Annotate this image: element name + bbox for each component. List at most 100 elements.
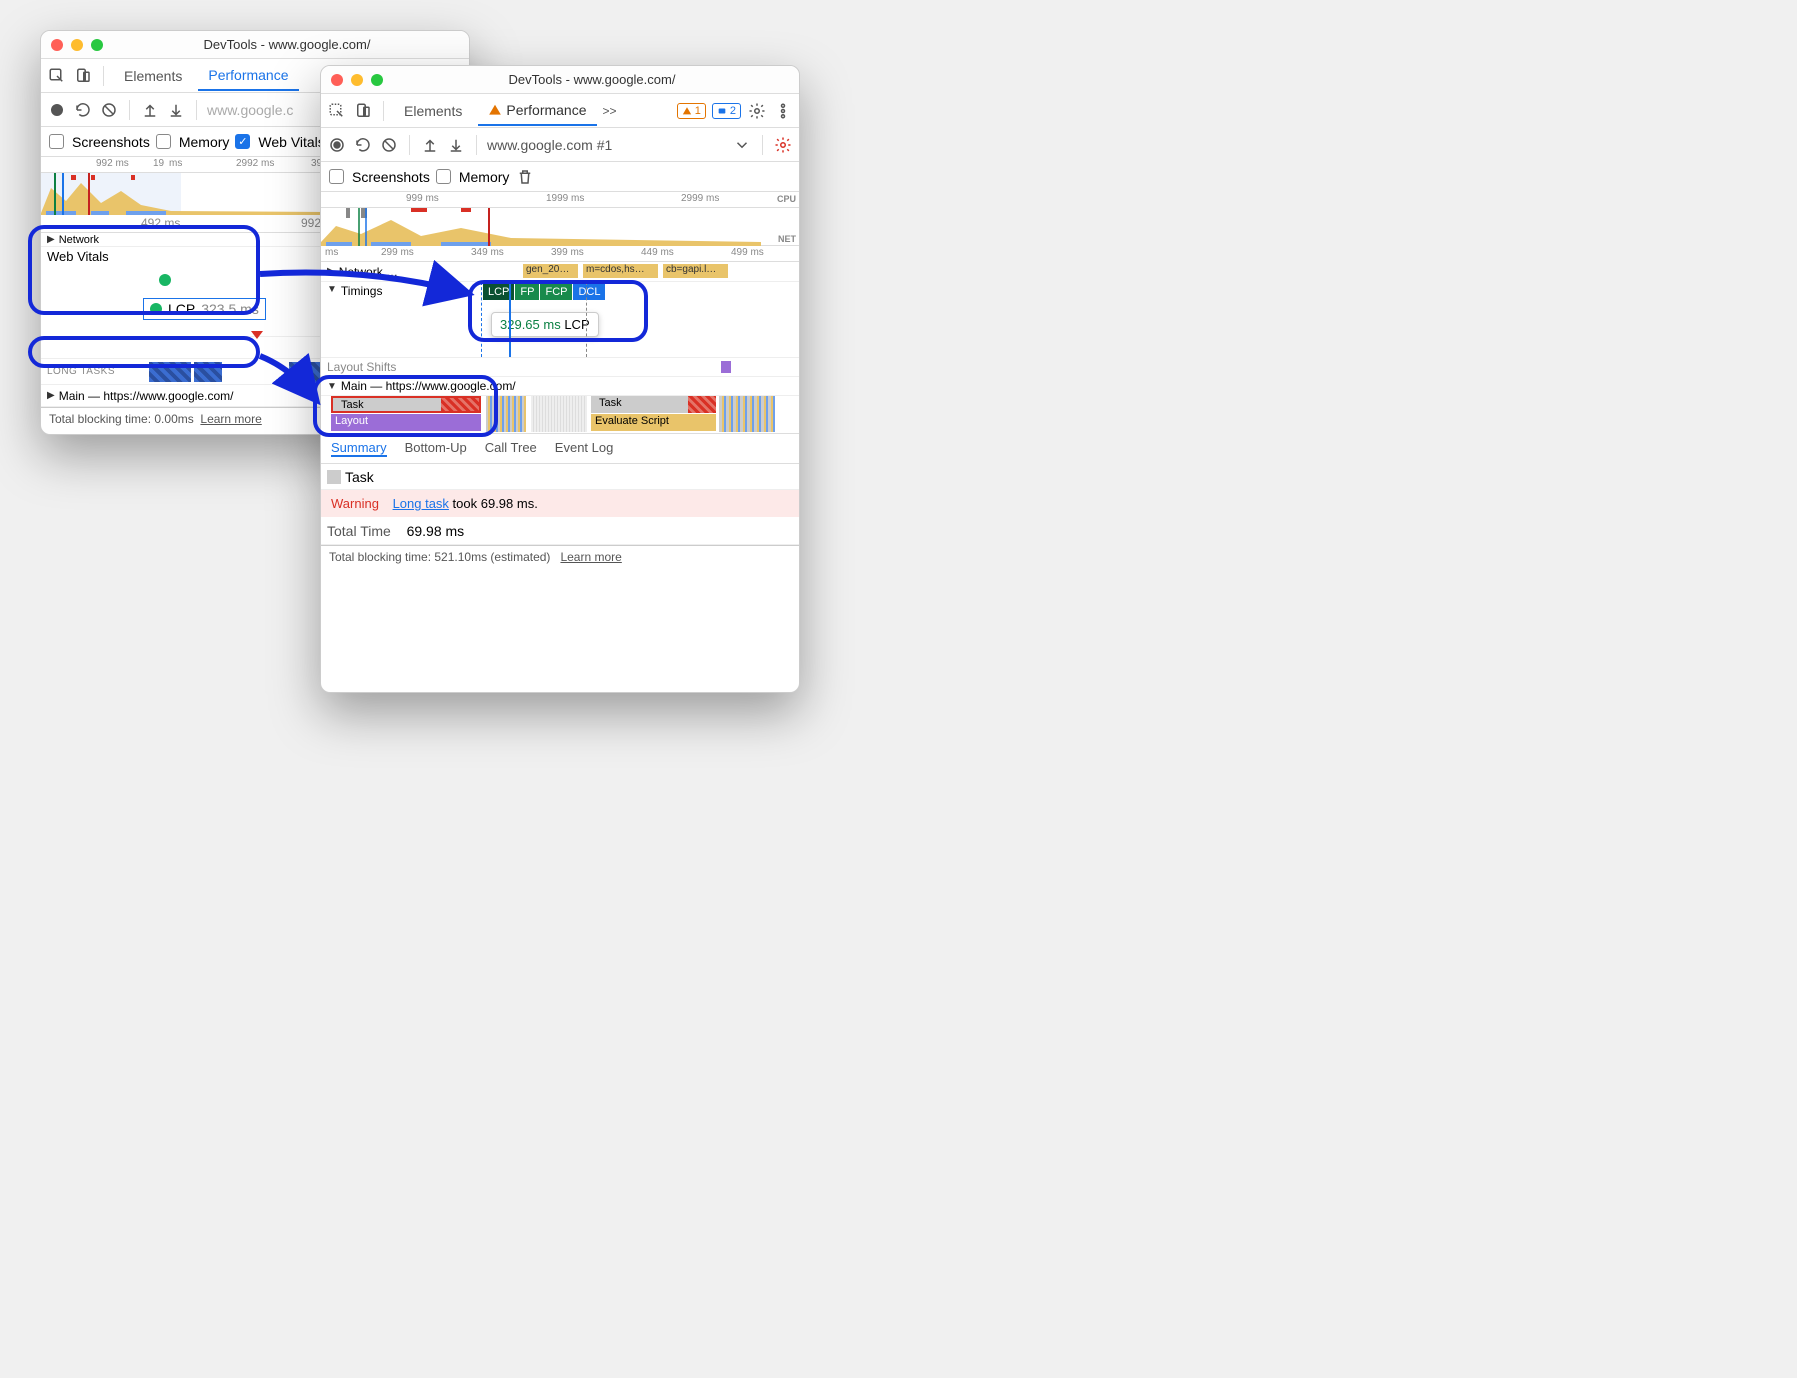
close-dot[interactable] <box>51 39 63 51</box>
web-vitals-option[interactable]: ✓Web Vitals <box>235 134 324 150</box>
long-tasks-label: LONG TASKS <box>47 366 115 377</box>
subtab-bottomup[interactable]: Bottom-Up <box>405 440 467 457</box>
tick: 19 <box>153 158 164 169</box>
tbt-text: Total blocking time: 0.00ms <box>49 412 194 426</box>
minimize-dot[interactable] <box>71 39 83 51</box>
device-icon[interactable] <box>353 101 373 121</box>
learn-more-link[interactable]: Learn more <box>560 550 621 564</box>
tab-elements[interactable]: Elements <box>394 97 472 125</box>
upload-icon[interactable] <box>420 135 440 155</box>
cpu-overview[interactable]: 999 ms 1999 ms 2999 ms CPU NET <box>321 192 799 246</box>
task-bar-selected[interactable]: Task <box>331 396 481 413</box>
traffic-lights[interactable] <box>51 39 103 51</box>
net-item[interactable]: gen_20… <box>523 264 578 278</box>
tab-elements[interactable]: Elements <box>114 62 192 90</box>
devtools-window-front: DevTools - www.google.com/ Elements Perf… <box>320 65 800 693</box>
task-bar[interactable]: Task <box>591 396 716 413</box>
screenshots-label: Screenshots <box>352 169 430 185</box>
memory-option[interactable]: Memory <box>436 169 510 185</box>
main-thread-track[interactable]: ▼Main — https://www.google.com/ <box>321 377 799 396</box>
more-tabs-button[interactable]: >> <box>603 104 617 118</box>
settings-gear-icon[interactable] <box>773 135 793 155</box>
long-task-link[interactable]: Long task <box>393 496 449 511</box>
minimize-dot[interactable] <box>351 74 363 86</box>
chevron-down-icon[interactable] <box>732 135 752 155</box>
cpu-label: CPU <box>777 194 796 204</box>
lcp-marker-box[interactable]: LCP 323.5 ms <box>143 298 266 320</box>
web-vitals-track-label: Web Vitals <box>47 249 109 264</box>
flame-chart[interactable]: Task Layout Task Evaluate Script <box>321 396 799 434</box>
tick: 499 ms <box>731 247 764 258</box>
subtab-eventlog[interactable]: Event Log <box>555 440 614 457</box>
lcp-dot-icon <box>150 303 162 315</box>
lcp-value: 323.5 ms <box>201 301 259 317</box>
screenshots-option[interactable]: Screenshots <box>329 169 430 185</box>
reload-icon[interactable] <box>73 100 93 120</box>
clear-icon[interactable] <box>379 135 399 155</box>
timing-pill-dcl[interactable]: DCL <box>573 284 605 300</box>
warning-rest: took 69.98 ms. <box>449 496 538 511</box>
reload-icon[interactable] <box>353 135 373 155</box>
recording-url[interactable]: www.google.com #1 <box>487 137 612 153</box>
zoom-dot[interactable] <box>91 39 103 51</box>
timing-pill-fp[interactable]: FP <box>515 284 539 300</box>
arrow-vitals-to-timings <box>255 262 475 312</box>
subtab-calltree[interactable]: Call Tree <box>485 440 537 457</box>
issues-info-badge[interactable]: 2 <box>712 103 741 119</box>
zoom-dot[interactable] <box>371 74 383 86</box>
memory-label: Memory <box>459 169 510 185</box>
timing-pill-fcp[interactable]: FCP <box>540 284 572 300</box>
trash-icon[interactable] <box>515 167 535 187</box>
main-ruler[interactable]: ms 299 ms 349 ms 399 ms 449 ms 499 ms <box>321 246 799 262</box>
learn-more-link[interactable]: Learn more <box>200 412 261 426</box>
inspect-icon[interactable] <box>47 66 67 86</box>
summary-task-label: Task <box>345 469 374 485</box>
tick: 349 ms <box>471 247 504 258</box>
clear-icon[interactable] <box>99 100 119 120</box>
tick: 299 ms <box>381 247 414 258</box>
layout-shifts-track[interactable]: Layout Shifts <box>321 358 799 377</box>
arrow-longtasks-to-task <box>255 348 325 408</box>
summary-task-row: Task <box>321 464 799 490</box>
warning-row: Warning Long task took 69.98 ms. <box>321 490 799 517</box>
memory-option[interactable]: Memory <box>156 134 230 150</box>
tick: 492 ms <box>141 216 180 230</box>
device-icon[interactable] <box>73 66 93 86</box>
tick: 2992 ms <box>236 158 274 169</box>
timing-pills[interactable]: LCPFPFCPDCL <box>483 284 606 300</box>
issues-warning-badge[interactable]: 1 <box>677 103 706 119</box>
layout-bar[interactable]: Layout <box>331 414 481 431</box>
net-label: NET <box>778 234 796 244</box>
total-time-value: 69.98 ms <box>407 523 465 539</box>
net-item[interactable]: cb=gapi.l… <box>663 264 728 278</box>
settings-icon[interactable] <box>747 101 767 121</box>
window-title: DevTools - www.google.com/ <box>395 72 789 87</box>
layout-shift-bar[interactable] <box>721 361 731 373</box>
tab-performance[interactable]: Performance <box>198 61 298 91</box>
cpu-chart-mini <box>321 208 799 246</box>
record-icon[interactable] <box>47 100 67 120</box>
traffic-lights[interactable] <box>331 74 383 86</box>
close-dot[interactable] <box>331 74 343 86</box>
tick: 399 ms <box>551 247 584 258</box>
web-vitals-label: Web Vitals <box>258 134 324 150</box>
download-icon[interactable] <box>166 100 186 120</box>
lcp-label: LCP <box>168 301 195 317</box>
kebab-menu-icon[interactable] <box>773 101 793 121</box>
perf-toolbar: www.google.com #1 <box>321 128 799 162</box>
subtab-summary[interactable]: Summary <box>331 440 387 457</box>
diamond-icon <box>251 331 263 339</box>
evaluate-script-bar[interactable]: Evaluate Script <box>591 414 716 431</box>
recording-url[interactable]: www.google.c <box>207 102 293 118</box>
layout-shifts-label: Layout Shifts <box>327 360 396 374</box>
inspect-icon[interactable] <box>327 101 347 121</box>
total-time-row: Total Time 69.98 ms <box>321 517 799 545</box>
download-icon[interactable] <box>446 135 466 155</box>
lcp-marker-dot[interactable] <box>159 274 171 286</box>
net-item[interactable]: m=cdos,hs… <box>583 264 658 278</box>
screenshots-option[interactable]: Screenshots <box>49 134 150 150</box>
tab-performance[interactable]: Performance <box>478 96 596 126</box>
record-icon[interactable] <box>327 135 347 155</box>
upload-icon[interactable] <box>140 100 160 120</box>
main-thread-label: Main — https://www.google.com/ <box>341 379 516 393</box>
